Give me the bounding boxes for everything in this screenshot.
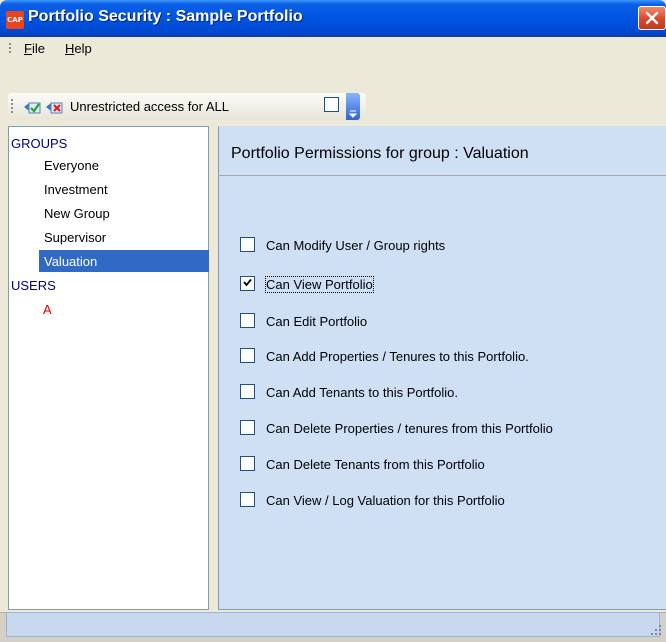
status-panel: [6, 612, 660, 637]
groups-header: GROUPS: [11, 136, 68, 151]
perm-label-edit-portfolio: Can Edit Portfolio: [266, 314, 368, 329]
permissions-title: Portfolio Permissions for group : Valuat…: [231, 145, 529, 162]
window-title: Portfolio Security : Sample Portfolio: [28, 8, 303, 25]
perm-checkbox-delete-properties[interactable]: [240, 420, 255, 435]
users-header: USERS: [11, 278, 56, 293]
menu-file-mnemonic: F: [24, 41, 32, 56]
menu-grip-icon[interactable]: [9, 43, 11, 55]
menu-bar: File Help: [0, 37, 666, 63]
perm-label-add-tenants: Can Add Tenants to this Portfolio.: [266, 385, 458, 400]
menu-file-label: ile: [31, 41, 45, 56]
resize-grip-icon[interactable]: [648, 622, 662, 636]
perm-checkbox-modify-rights[interactable]: [240, 237, 255, 252]
chevron-down-icon: [349, 110, 357, 118]
perm-checkbox-add-tenants[interactable]: [240, 384, 255, 399]
tree-item-user-a[interactable]: A: [43, 302, 52, 317]
perm-label-view-log-valuation: Can View / Log Valuation for this Portfo…: [266, 493, 505, 508]
menu-help-mnemonic: H: [65, 41, 75, 56]
perm-label-add-properties: Can Add Properties / Tenures to this Por…: [266, 349, 529, 364]
menu-help-label: elp: [74, 41, 92, 56]
unrestricted-access-checkbox[interactable]: [324, 97, 339, 112]
perm-label-delete-tenants: Can Delete Tenants from this Portfolio: [266, 457, 485, 472]
perm-label-modify-rights: Can Modify User / Group rights: [266, 238, 446, 253]
tree-item-investment[interactable]: Investment: [44, 182, 108, 197]
grant-all-icon[interactable]: [23, 99, 41, 115]
close-icon: [645, 11, 659, 25]
groups-users-tree[interactable]: GROUPS Everyone Investment New Group Sup…: [8, 126, 209, 610]
perm-checkbox-view-portfolio[interactable]: [240, 276, 255, 291]
tree-item-new-group[interactable]: New Group: [44, 206, 110, 221]
tree-item-supervisor[interactable]: Supervisor: [44, 230, 106, 245]
perm-checkbox-edit-portfolio[interactable]: [240, 313, 255, 328]
tree-item-valuation[interactable]: Valuation: [44, 254, 97, 269]
perm-checkbox-add-properties[interactable]: [240, 348, 255, 363]
tree-item-everyone[interactable]: Everyone: [44, 158, 99, 173]
close-button[interactable]: [638, 6, 666, 30]
toolbar-grip-icon[interactable]: [11, 99, 13, 115]
cap-logo-icon: CAP: [6, 11, 24, 29]
unrestricted-access-label: Unrestricted access for ALL: [70, 99, 229, 114]
menu-file[interactable]: File: [24, 41, 45, 56]
permissions-panel: [218, 126, 666, 610]
perm-label-view-portfolio: Can View Portfolio: [265, 276, 374, 293]
title-bar[interactable]: CAP Portfolio Security : Sample Portfoli…: [0, 0, 666, 37]
perm-label-delete-properties: Can Delete Properties / tenures from thi…: [266, 421, 553, 436]
toolbar-overflow-button[interactable]: [346, 93, 360, 120]
perm-checkbox-view-log-valuation[interactable]: [240, 492, 255, 507]
perm-checkbox-delete-tenants[interactable]: [240, 456, 255, 471]
revoke-all-icon[interactable]: [45, 99, 63, 115]
menu-help[interactable]: Help: [65, 41, 92, 56]
checkmark-icon: [243, 278, 252, 287]
